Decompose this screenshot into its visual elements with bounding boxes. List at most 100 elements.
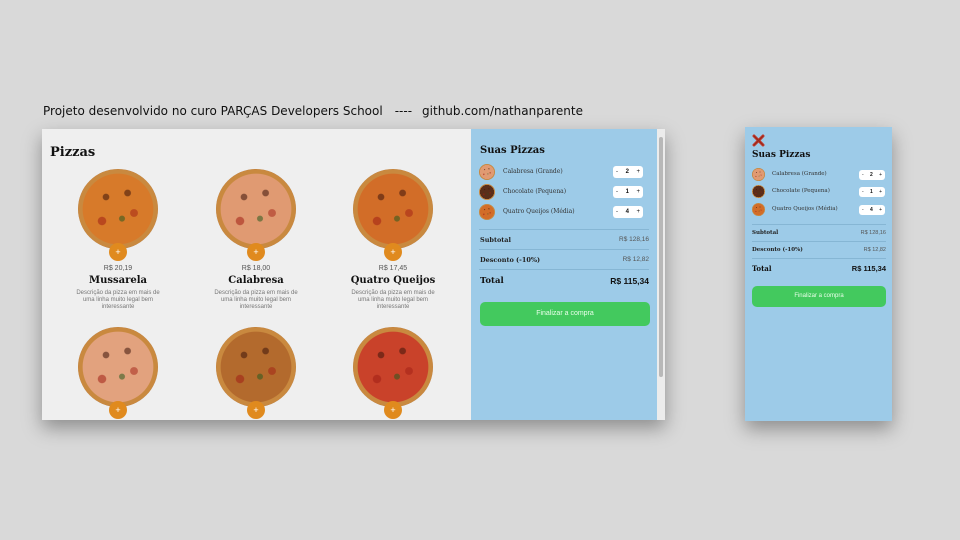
pizza-card[interactable]: + — [58, 327, 178, 419]
decrease-button[interactable]: - — [616, 206, 618, 218]
pizza-image: + — [78, 327, 158, 419]
pizza-name: Mussarela — [89, 275, 147, 286]
quantity-value: 4 — [625, 209, 629, 215]
decrease-button[interactable]: - — [862, 187, 864, 197]
pizza-image: + — [353, 327, 433, 419]
total-label: Total — [480, 276, 504, 286]
decrease-button[interactable]: - — [862, 205, 864, 215]
pizza-card[interactable]: + — [196, 327, 316, 419]
add-pizza-button[interactable]: + — [247, 401, 265, 419]
discount-value: R$ 12,82 — [622, 256, 649, 263]
subtotal-label: Subtotal — [752, 230, 779, 236]
add-pizza-button[interactable]: + — [109, 243, 127, 261]
cart-item: Chocolate (Pequena) - 1 + — [752, 185, 888, 199]
quantity-stepper: - 1 + — [613, 186, 643, 198]
pizza-card[interactable]: + R$ 18,00 Calabresa Descrição da pizza … — [196, 169, 316, 311]
discount-value: R$ 12,82 — [863, 247, 886, 253]
pizza-price: R$ 18,00 — [241, 265, 271, 272]
increase-button[interactable]: + — [636, 206, 640, 218]
cart-item-name: Calabresa (Grande) — [503, 168, 563, 175]
increase-button[interactable]: + — [879, 205, 882, 215]
pizza-description: Descrição da pizza em mais de uma linha … — [351, 290, 435, 310]
cart-title: Suas Pizzas — [752, 150, 811, 160]
pizza-card[interactable]: + — [333, 327, 453, 419]
finish-order-button[interactable]: Finalizar a compra — [752, 286, 886, 307]
add-pizza-button[interactable]: + — [384, 401, 402, 419]
increase-button[interactable]: + — [879, 170, 882, 180]
pizza-menu: Pizzas + R$ 20,19 Mussarela Descrição da… — [42, 129, 471, 420]
divider — [479, 269, 649, 270]
cart-item: Quatro Queijos (Média) - 4 + — [752, 203, 888, 217]
menu-title: Pizzas — [50, 145, 96, 160]
project-caption: Projeto desenvolvido no curo PARÇAS Deve… — [43, 104, 383, 118]
subtotal-label: Subtotal — [480, 236, 511, 244]
quantity-value: 1 — [869, 189, 873, 195]
close-icon[interactable] — [752, 134, 765, 147]
cart-item-thumbnail — [752, 203, 765, 216]
discount-label: Desconto (-10%) — [752, 247, 803, 253]
decrease-button[interactable]: - — [616, 186, 618, 198]
quantity-value: 1 — [625, 189, 629, 195]
pizza-description: Descrição da pizza em mais de uma linha … — [214, 290, 298, 310]
add-pizza-button[interactable]: + — [384, 243, 402, 261]
cart-item-name: Quatro Queijos (Média) — [503, 208, 575, 215]
total-value: R$ 115,34 — [610, 276, 649, 286]
total-label: Total — [752, 264, 772, 273]
pizza-image: + — [353, 169, 433, 261]
cart-item: Calabresa (Grande) - 2 + — [479, 164, 651, 180]
cart-item-thumbnail — [479, 204, 495, 220]
finish-order-button[interactable]: Finalizar a compra — [480, 302, 650, 326]
pizza-name: Calabresa — [228, 275, 284, 286]
cart-title: Suas Pizzas — [480, 145, 545, 156]
increase-button[interactable]: + — [636, 166, 640, 178]
pizza-card[interactable]: + R$ 17,45 Quatro Queijos Descrição da p… — [333, 169, 453, 311]
pizza-card[interactable]: + R$ 20,19 Mussarela Descrição da pizza … — [58, 169, 178, 311]
cart-item-thumbnail — [752, 168, 765, 181]
pizza-name: Quatro Queijos — [350, 275, 436, 286]
caption: Projeto desenvolvido no curo PARÇAS Deve… — [43, 104, 583, 118]
cart-item-thumbnail — [752, 185, 765, 198]
pizza-price: R$ 20,19 — [103, 265, 133, 272]
mobile-cart-screenshot: Suas Pizzas Calabresa (Grande) - 2 + Cho… — [745, 127, 892, 421]
quantity-stepper: - 2 + — [613, 166, 643, 178]
decrease-button[interactable]: - — [862, 170, 864, 180]
add-pizza-button[interactable]: + — [247, 243, 265, 261]
divider — [752, 241, 886, 242]
pizza-description: Descrição da pizza em mais de uma linha … — [76, 290, 160, 310]
divider — [752, 258, 886, 259]
discount-label: Desconto (-10%) — [480, 256, 541, 264]
quantity-stepper: - 4 + — [613, 206, 643, 218]
divider — [479, 249, 649, 250]
add-pizza-button[interactable]: + — [109, 401, 127, 419]
increase-button[interactable]: + — [636, 186, 640, 198]
decrease-button[interactable]: - — [616, 166, 618, 178]
github-link[interactable]: github.com/nathanparente — [422, 104, 583, 118]
divider — [752, 224, 886, 225]
cart-item-name: Chocolate (Pequena) — [772, 188, 830, 194]
scrollbar-thumb[interactable] — [659, 137, 663, 377]
pizza-image: + — [78, 169, 158, 261]
cart-item: Chocolate (Pequena) - 1 + — [479, 184, 651, 200]
caption-separator: ---- — [394, 104, 413, 118]
quantity-value: 4 — [869, 207, 873, 213]
quantity-stepper: - 2 + — [859, 170, 885, 180]
quantity-stepper: - 1 + — [859, 187, 885, 197]
quantity-value: 2 — [869, 172, 873, 178]
cart-item-name: Quatro Queijos (Média) — [772, 206, 838, 212]
pizza-image: + — [216, 169, 296, 261]
cart-item-thumbnail — [479, 184, 495, 200]
quantity-value: 2 — [625, 169, 629, 175]
increase-button[interactable]: + — [879, 187, 882, 197]
scrollbar[interactable] — [657, 129, 665, 420]
quantity-stepper: - 4 + — [859, 205, 885, 215]
divider — [479, 229, 649, 230]
subtotal-value: R$ 128,16 — [619, 236, 649, 243]
pizza-price: R$ 17,45 — [378, 265, 408, 272]
desktop-screenshot: Pizzas + R$ 20,19 Mussarela Descrição da… — [42, 129, 665, 420]
cart-item-thumbnail — [479, 164, 495, 180]
subtotal-value: R$ 128,16 — [860, 230, 886, 236]
cart-item-name: Calabresa (Grande) — [772, 171, 827, 177]
cart-item: Calabresa (Grande) - 2 + — [752, 168, 888, 182]
cart-panel: Suas Pizzas Calabresa (Grande) - 2 + Cho… — [471, 129, 657, 420]
cart-item: Quatro Queijos (Média) - 4 + — [479, 204, 651, 220]
